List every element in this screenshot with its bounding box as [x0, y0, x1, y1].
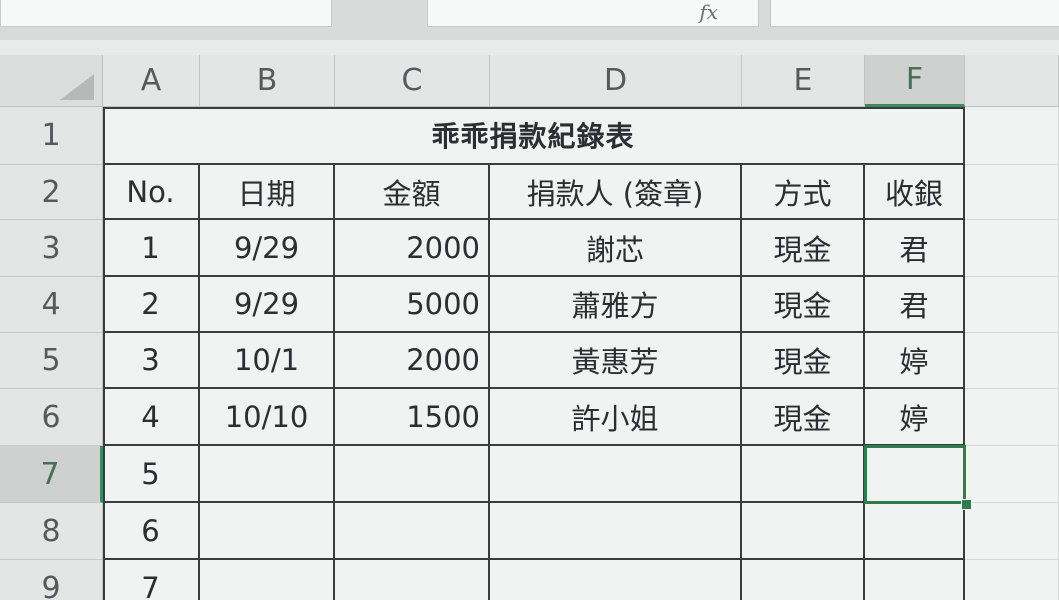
fx-icon[interactable]: fx [699, 0, 718, 24]
table-cell-date[interactable] [200, 446, 335, 503]
table-cell-amount[interactable] [335, 560, 490, 600]
table-cell-no[interactable]: 6 [103, 503, 200, 560]
formula-bar: fx [0, 0, 1059, 40]
table-cell-receiver[interactable]: 婷 [865, 333, 965, 389]
table-cell-date[interactable]: 9/29 [200, 220, 335, 277]
table-cell-amount[interactable]: 2000 [335, 333, 490, 389]
column-header-a[interactable]: A [103, 55, 200, 107]
table-cell-donor[interactable]: 黃惠芳 [490, 333, 742, 389]
cell-G6[interactable] [965, 389, 1059, 446]
table-cell-date[interactable]: 10/10 [200, 389, 335, 446]
table-cell-method[interactable] [742, 560, 865, 600]
row-header-5[interactable]: 5 [0, 333, 103, 389]
table-cell-method[interactable] [742, 503, 865, 560]
header-cell-no[interactable]: No. [103, 165, 200, 220]
row-header-8[interactable]: 8 [0, 503, 103, 560]
table-cell-amount[interactable]: 5000 [335, 277, 490, 333]
table-cell-method[interactable]: 現金 [742, 333, 865, 389]
table-cell-donor[interactable]: 許小姐 [490, 389, 742, 446]
table-cell-donor[interactable]: 謝芯 [490, 220, 742, 277]
column-header-d[interactable]: D [490, 55, 742, 107]
cell-G3[interactable] [965, 220, 1059, 277]
table-cell-method[interactable]: 現金 [742, 389, 865, 446]
title-cell[interactable]: 乖乖捐款紀錄表 [103, 107, 965, 165]
row-header-4[interactable]: 4 [0, 277, 103, 333]
cell-G4[interactable] [965, 277, 1059, 333]
table-cell-no[interactable]: 5 [103, 446, 200, 503]
table-cell-amount[interactable] [335, 446, 490, 503]
table-cell-donor[interactable] [490, 446, 742, 503]
formula-buttons: fx [427, 0, 759, 27]
cell-G7[interactable] [965, 446, 1059, 503]
fill-handle[interactable] [961, 499, 972, 510]
row-header-9[interactable]: 9 [0, 560, 103, 600]
table-cell-receiver[interactable] [865, 560, 965, 600]
table-cell-method[interactable]: 現金 [742, 277, 865, 333]
table-cell-amount[interactable]: 1500 [335, 389, 490, 446]
cell-G5[interactable] [965, 333, 1059, 389]
cell-G9[interactable] [965, 560, 1059, 600]
table-cell-receiver[interactable]: 婷 [865, 389, 965, 446]
table-cell-receiver[interactable] [865, 503, 965, 560]
table-cell-no[interactable]: 7 [103, 560, 200, 600]
table-cell-amount[interactable] [335, 503, 490, 560]
header-cell-amount[interactable]: 金額 [335, 165, 490, 220]
table-cell-donor[interactable]: 蕭雅方 [490, 277, 742, 333]
column-header-f[interactable]: F [865, 55, 965, 107]
select-all-triangle-icon [60, 74, 94, 100]
cell-G1[interactable] [965, 107, 1059, 165]
table-cell-no[interactable]: 2 [103, 277, 200, 333]
header-cell-date[interactable]: 日期 [200, 165, 335, 220]
cell-G2[interactable] [965, 165, 1059, 220]
table-cell-method[interactable] [742, 446, 865, 503]
column-header-b[interactable]: B [200, 55, 335, 107]
column-header-e[interactable]: E [742, 55, 865, 107]
row-header-7[interactable]: 7 [0, 446, 103, 503]
row-header-1[interactable]: 1 [0, 107, 103, 165]
row-header-2[interactable]: 2 [0, 165, 103, 220]
row-header-6[interactable]: 6 [0, 389, 103, 446]
column-header-c[interactable]: C [335, 55, 490, 107]
table-cell-amount[interactable]: 2000 [335, 220, 490, 277]
active-cell-selection[interactable] [864, 445, 966, 504]
table-cell-date[interactable]: 9/29 [200, 277, 335, 333]
column-header-extra[interactable] [965, 55, 1059, 107]
header-cell-method[interactable]: 方式 [742, 165, 865, 220]
table-cell-donor[interactable] [490, 560, 742, 600]
table-cell-receiver[interactable]: 君 [865, 220, 965, 277]
formula-input[interactable] [770, 0, 1059, 27]
row-header-3[interactable]: 3 [0, 220, 103, 277]
spreadsheet-window: fx A B C D E F 1 2 3 4 5 6 7 8 9 乖乖捐款紀錄表 No. 日期 金額 捐款人 (簽章)… [0, 0, 1059, 600]
table-cell-method[interactable]: 現金 [742, 220, 865, 277]
table-cell-no[interactable]: 4 [103, 389, 200, 446]
table-cell-no[interactable]: 3 [103, 333, 200, 389]
select-all-corner[interactable] [0, 55, 103, 107]
table-cell-date[interactable] [200, 560, 335, 600]
table-cell-date[interactable]: 10/1 [200, 333, 335, 389]
header-cell-receiver[interactable]: 收銀 [865, 165, 965, 220]
table-cell-receiver[interactable]: 君 [865, 277, 965, 333]
name-box[interactable] [0, 0, 332, 27]
table-cell-donor[interactable] [490, 503, 742, 560]
table-cell-date[interactable] [200, 503, 335, 560]
cell-G8[interactable] [965, 503, 1059, 560]
header-cell-donor[interactable]: 捐款人 (簽章) [490, 165, 742, 220]
table-cell-no[interactable]: 1 [103, 220, 200, 277]
